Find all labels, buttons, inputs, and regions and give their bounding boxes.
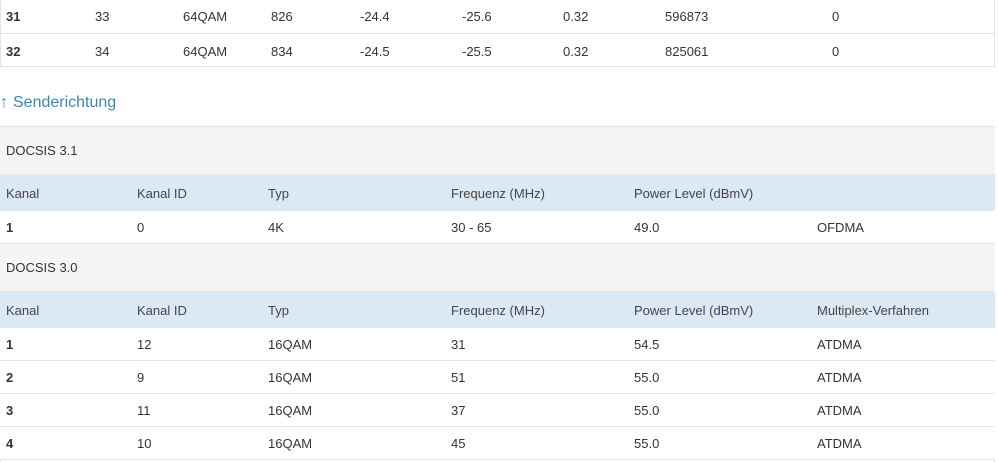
frequency-cell: 826: [271, 9, 293, 24]
frequency-cell: 45: [451, 435, 466, 451]
frequency-cell: 31: [451, 336, 466, 352]
docsis30-title: DOCSIS 3.0: [6, 260, 78, 275]
downstream-table: 31 33 64QAM 826 -24.4 -25.6 0.32 596873 …: [0, 0, 995, 67]
multiplex-cell: ATDMA: [817, 369, 862, 385]
column-header-kanal: Kanal: [6, 185, 40, 201]
latency-cell: 0.32: [563, 43, 589, 59]
column-header-frequenz: Frequenz (MHz): [451, 185, 545, 201]
power-level-cell: 55.0: [634, 402, 660, 418]
channel-id-cell: 33: [95, 9, 110, 24]
type-cell: 16QAM: [268, 402, 313, 418]
upstream-tables: DOCSIS 3.1 Kanal Kanal ID Typ Frequenz (…: [0, 126, 995, 462]
power-level-cell: 55.0: [634, 435, 660, 451]
channel-id-cell: 34: [95, 43, 110, 59]
column-header-multiplex: Multiplex-Verfahren: [817, 302, 929, 318]
docsis31-header-row: Kanal Kanal ID Typ Frequenz (MHz) Power …: [0, 175, 995, 211]
type-cell: 4K: [268, 219, 284, 235]
column-header-kanal: Kanal: [6, 302, 40, 318]
snr-cell: -25.6: [462, 9, 492, 24]
uncorrectable-errors-cell: 0: [832, 9, 840, 24]
frequency-cell: 834: [271, 43, 293, 59]
table-row: 2 9 16QAM 51 55.0 ATDMA: [0, 361, 995, 394]
docsis30-section-title: DOCSIS 3.0: [0, 244, 995, 292]
modulation-cell: 64QAM: [183, 43, 228, 59]
arrow-up-icon: ↑: [0, 94, 8, 111]
table-row: 31 33 64QAM 826 -24.4 -25.6 0.32 596873 …: [0, 0, 995, 34]
multiplex-cell: OFDMA: [817, 219, 864, 235]
upstream-heading: ↑ Senderichtung: [0, 90, 116, 116]
column-header-power-level: Power Level (dBmV): [634, 302, 754, 318]
snr-cell: -25.5: [462, 43, 492, 59]
multiplex-cell: ATDMA: [817, 402, 862, 418]
frequency-cell: 51: [451, 369, 466, 385]
channel-id-cell: 11: [137, 402, 151, 418]
channel-id-cell: 12: [137, 336, 152, 352]
power-level-cell: -24.4: [360, 9, 390, 24]
column-header-kanal-id: Kanal ID: [137, 302, 187, 318]
channel-id-cell: 0: [137, 219, 145, 235]
channel-cell: 3: [6, 402, 14, 418]
latency-cell: 0.32: [563, 9, 589, 24]
correctable-errors-cell: 596873: [665, 9, 709, 24]
column-header-kanal-id: Kanal ID: [137, 185, 187, 201]
channel-id-cell: 9: [137, 369, 145, 385]
power-level-cell: 49.0: [634, 219, 660, 235]
table-row: 32 34 64QAM 834 -24.5 -25.5 0.32 825061 …: [0, 34, 995, 68]
channel-cell: 1: [6, 336, 14, 352]
power-level-cell: 54.5: [634, 336, 660, 352]
type-cell: 16QAM: [268, 336, 313, 352]
docsis31-section-title: DOCSIS 3.1: [0, 127, 995, 175]
column-header-typ: Typ: [268, 185, 289, 201]
docsis30-header-row: Kanal Kanal ID Typ Frequenz (MHz) Power …: [0, 292, 995, 328]
channel-cell: 2: [6, 369, 14, 385]
frequency-cell: 30 - 65: [451, 219, 492, 235]
column-header-typ: Typ: [268, 302, 289, 318]
docsis31-title: DOCSIS 3.1: [6, 143, 78, 158]
power-level-cell: 55.0: [634, 369, 660, 385]
frequency-cell: 37: [451, 402, 466, 418]
channel-cell: 32: [6, 43, 21, 59]
type-cell: 16QAM: [268, 369, 313, 385]
upstream-heading-label: Senderichtung: [13, 94, 117, 111]
correctable-errors-cell: 825061: [665, 43, 709, 59]
column-header-power-level: Power Level (dBmV): [634, 185, 754, 201]
modulation-cell: 64QAM: [183, 9, 228, 24]
table-row: 4 10 16QAM 45 55.0 ATDMA: [0, 427, 995, 460]
table-row: 1 0 4K 30 - 65 49.0 OFDMA: [0, 211, 995, 244]
channel-cell: 31: [6, 9, 21, 24]
power-level-cell: -24.5: [360, 43, 390, 59]
multiplex-cell: ATDMA: [817, 336, 862, 352]
channel-cell: 4: [6, 435, 14, 451]
column-header-frequenz: Frequenz (MHz): [451, 302, 545, 318]
channel-id-cell: 10: [137, 435, 152, 451]
table-row: 1 12 16QAM 31 54.5 ATDMA: [0, 328, 995, 361]
type-cell: 16QAM: [268, 435, 313, 451]
multiplex-cell: ATDMA: [817, 435, 862, 451]
uncorrectable-errors-cell: 0: [832, 43, 840, 59]
channel-cell: 1: [6, 219, 14, 235]
table-row: 3 11 16QAM 37 55.0 ATDMA: [0, 394, 995, 427]
